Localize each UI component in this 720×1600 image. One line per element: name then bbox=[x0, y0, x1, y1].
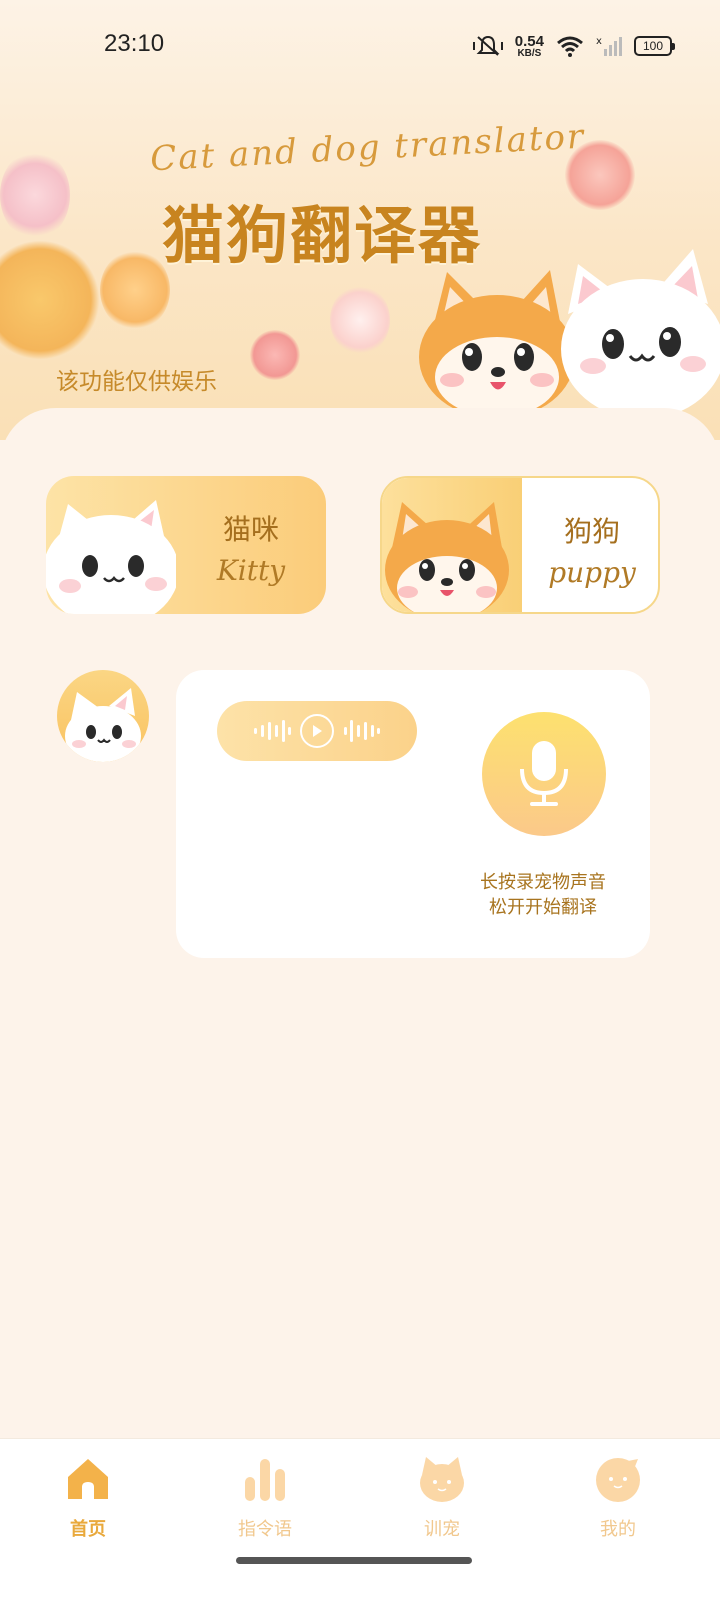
microphone-icon bbox=[520, 741, 568, 806]
status-time: 23:10 bbox=[104, 30, 165, 57]
waveform-icon bbox=[254, 720, 291, 742]
record-button[interactable] bbox=[482, 712, 606, 836]
cat-mode-label: 猫咪 bbox=[222, 513, 279, 546]
dog-mode-en-label: puppy bbox=[548, 556, 636, 589]
svg-text:x: x bbox=[596, 36, 602, 47]
dog-mode-label: 狗狗 bbox=[563, 515, 620, 548]
signal-icon: x bbox=[596, 36, 622, 56]
cat-face-illustration bbox=[46, 500, 176, 614]
pet-avatar bbox=[57, 670, 149, 762]
mute-vibrate-icon bbox=[472, 35, 503, 56]
profile-icon bbox=[596, 1458, 640, 1502]
tab-profile[interactable]: 我的 bbox=[558, 1455, 678, 1541]
waveform-icon bbox=[344, 720, 380, 742]
shiba-mascot-illustration bbox=[419, 270, 575, 412]
flower-decoration bbox=[0, 240, 100, 360]
cat-mode-button[interactable]: 猫咪 Kitty bbox=[46, 476, 326, 614]
record-hint-line1: 长按录宠物声音 bbox=[480, 872, 606, 893]
cat-mascot-illustration bbox=[561, 249, 720, 414]
banner-subtitle: Cat and dog translator bbox=[149, 116, 587, 180]
tab-home-label: 首页 bbox=[70, 1519, 106, 1540]
voice-message-bubble[interactable] bbox=[217, 701, 417, 761]
home-icon bbox=[68, 1459, 108, 1499]
play-icon bbox=[313, 725, 322, 737]
home-indicator[interactable] bbox=[236, 1557, 472, 1564]
status-icons: 0.54 KB/S x 100 bbox=[472, 32, 675, 60]
tab-training[interactable]: 训宠 bbox=[382, 1455, 502, 1541]
tab-commands[interactable]: 指令语 bbox=[205, 1455, 325, 1541]
cat-avatar-illustration bbox=[65, 688, 141, 762]
entertainment-note: 该功能仅供娱乐 bbox=[56, 369, 217, 395]
tab-commands-label: 指令语 bbox=[238, 1519, 292, 1540]
play-button[interactable] bbox=[300, 714, 334, 748]
network-speed-unit: KB/S bbox=[517, 47, 542, 59]
flower-decoration bbox=[250, 330, 300, 380]
wifi-icon bbox=[557, 36, 583, 57]
cat-mode-en-label: Kitty bbox=[216, 554, 286, 587]
bars-icon bbox=[245, 1459, 285, 1501]
flower-decoration bbox=[100, 250, 170, 330]
record-hint-line2: 松开开始翻译 bbox=[489, 897, 597, 918]
dog-face-illustration bbox=[385, 502, 509, 612]
tab-training-label: 训宠 bbox=[424, 1519, 460, 1540]
network-speed: 0.54 KB/S bbox=[515, 34, 544, 59]
flower-decoration bbox=[330, 285, 390, 355]
network-speed-value: 0.54 bbox=[514, 32, 544, 50]
battery-icon: 100 bbox=[634, 36, 675, 56]
status-bar: 23:10 0.54 KB/S x 100 bbox=[0, 0, 720, 90]
cat-face-icon bbox=[420, 1457, 464, 1502]
tab-profile-label: 我的 bbox=[600, 1519, 636, 1540]
dog-mode-button[interactable]: 狗狗 puppy bbox=[380, 476, 660, 614]
tab-home[interactable]: 首页 bbox=[28, 1455, 148, 1541]
flower-decoration bbox=[0, 150, 70, 240]
